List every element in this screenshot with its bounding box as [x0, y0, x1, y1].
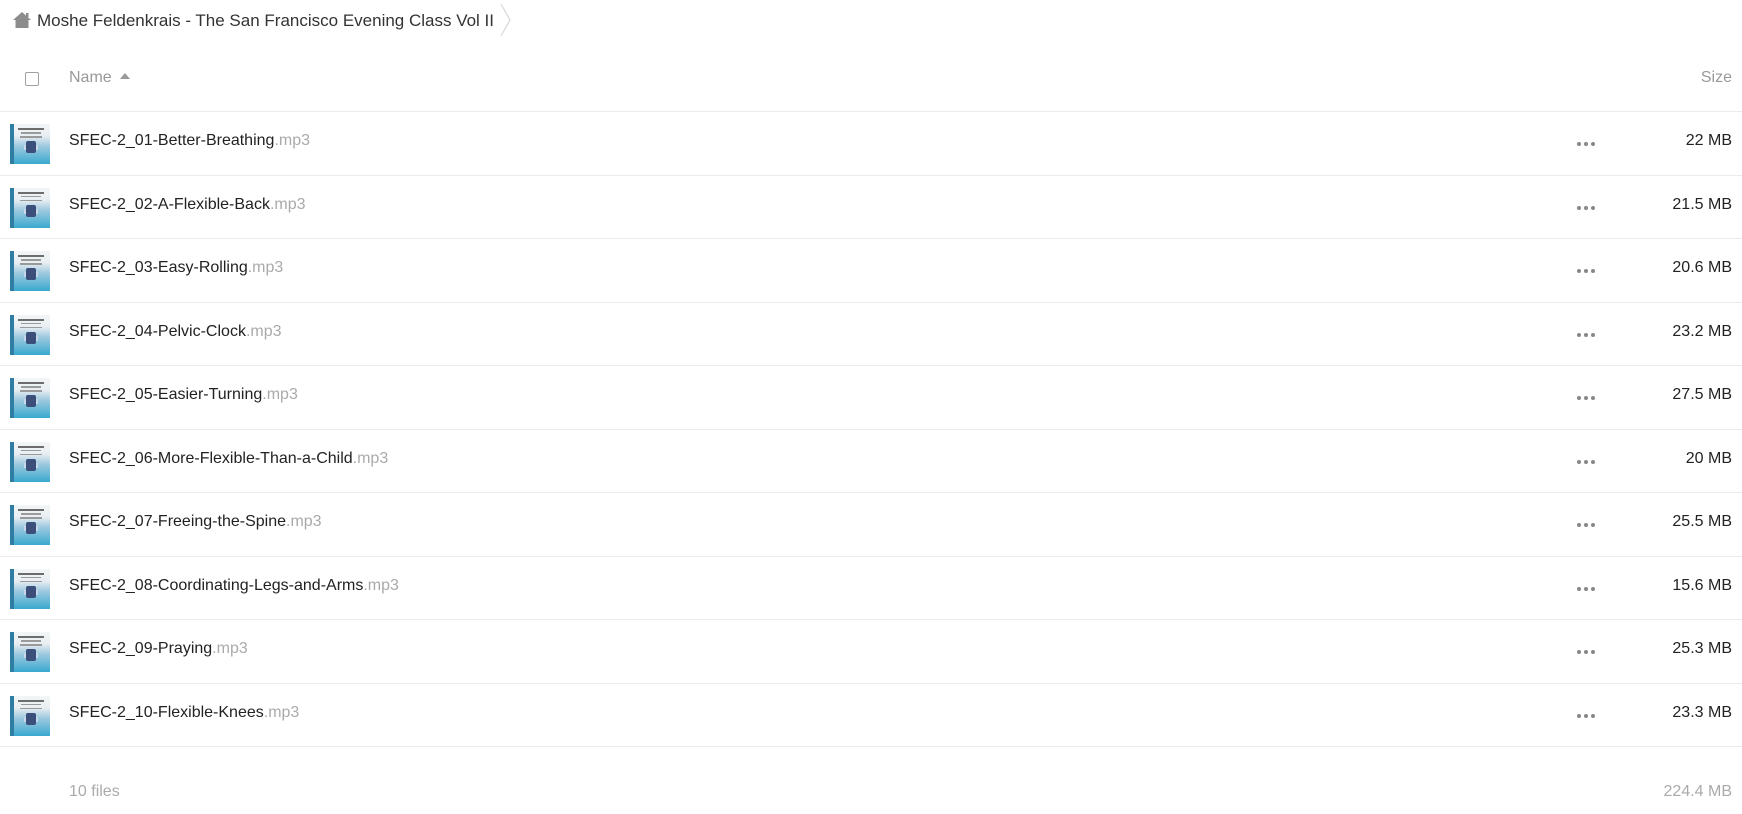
file-name-base: SFEC-2_02-A-Flexible-Back	[69, 195, 270, 213]
file-extension: .mp3	[247, 259, 284, 276]
file-thumbnail	[10, 187, 50, 228]
file-extension: .mp3	[274, 132, 311, 149]
file-name[interactable]: SFEC-2_05-Easier-Turning.mp3	[69, 386, 298, 404]
file-size: 23.3 MB	[1672, 703, 1732, 721]
file-row[interactable]: SFEC-2_06-More-Flexible-Than-a-Child.mp3…	[0, 430, 1742, 493]
select-all-checkbox[interactable]	[25, 72, 39, 86]
file-row[interactable]: SFEC-2_04-Pelvic-Clock.mp3 23.2 MB	[0, 303, 1742, 366]
breadcrumb-current-folder[interactable]: Moshe Feldenkrais - The San Francisco Ev…	[37, 11, 494, 31]
file-name-base: SFEC-2_10-Flexible-Knees	[69, 703, 264, 721]
file-size: 23.2 MB	[1672, 322, 1732, 340]
file-list-header: Name Size	[0, 51, 1742, 112]
file-size: 25.3 MB	[1672, 640, 1732, 657]
more-actions-icon[interactable]	[1568, 323, 1604, 347]
file-name[interactable]: SFEC-2_06-More-Flexible-Than-a-Child.mp3	[69, 450, 388, 468]
more-actions-icon[interactable]	[1568, 132, 1604, 156]
file-thumbnail	[10, 695, 50, 736]
file-extension: .mp3	[363, 576, 399, 594]
more-actions-icon[interactable]	[1568, 704, 1604, 728]
file-size: 21.5 MB	[1672, 195, 1732, 213]
file-name-base: SFEC-2_01-Better-Breathing	[69, 132, 275, 149]
total-size: 224.4 MB	[1663, 783, 1732, 800]
name-column-header[interactable]: Name	[69, 69, 130, 87]
file-list: SFEC-2_01-Better-Breathing.mp3 22 MB SFEC-…	[0, 112, 1742, 747]
more-actions-icon[interactable]	[1568, 386, 1604, 410]
sort-ascending-icon	[119, 73, 130, 79]
file-name-base: SFEC-2_09-Praying	[69, 640, 213, 657]
name-column-label: Name	[69, 69, 112, 86]
file-row[interactable]: SFEC-2_03-Easy-Rolling.mp3 20.6 MB	[0, 239, 1742, 303]
file-size: 20.6 MB	[1672, 259, 1732, 276]
file-row[interactable]: SFEC-2_10-Flexible-Knees.mp3 23.3 MB	[0, 684, 1742, 747]
more-actions-icon[interactable]	[1568, 513, 1604, 537]
file-name-base: SFEC-2_03-Easy-Rolling	[69, 259, 248, 276]
file-name-base: SFEC-2_06-More-Flexible-Than-a-Child	[69, 449, 353, 467]
file-extension: .mp3	[245, 322, 282, 340]
file-name-base: SFEC-2_05-Easier-Turning	[69, 386, 263, 403]
size-column-header[interactable]: Size	[1701, 69, 1732, 87]
file-size: 20 MB	[1685, 449, 1732, 467]
file-size: 27.5 MB	[1672, 386, 1732, 403]
more-actions-icon[interactable]	[1568, 259, 1604, 283]
file-extension: .mp3	[262, 386, 298, 403]
file-thumbnail	[10, 251, 50, 291]
file-extension: .mp3	[269, 195, 306, 213]
file-thumbnail	[10, 314, 50, 355]
breadcrumb-separator-icon	[500, 3, 511, 37]
file-name-base: SFEC-2_07-Freeing-the-Spine	[69, 513, 286, 530]
file-size: 15.6 MB	[1672, 576, 1732, 594]
file-extension: .mp3	[212, 640, 248, 657]
more-actions-icon[interactable]	[1568, 196, 1604, 220]
file-name[interactable]: SFEC-2_02-A-Flexible-Back.mp3	[69, 196, 306, 214]
file-name[interactable]: SFEC-2_04-Pelvic-Clock.mp3	[69, 323, 282, 341]
file-thumbnail	[10, 505, 50, 545]
file-extension: .mp3	[286, 513, 322, 530]
more-actions-icon[interactable]	[1568, 450, 1604, 474]
file-name[interactable]: SFEC-2_10-Flexible-Knees.mp3	[69, 704, 299, 722]
file-row[interactable]: SFEC-2_07-Freeing-the-Spine.mp3 25.5 MB	[0, 493, 1742, 557]
file-thumbnail	[10, 124, 50, 164]
file-name[interactable]: SFEC-2_03-Easy-Rolling.mp3	[69, 259, 283, 277]
file-size: 22 MB	[1685, 132, 1732, 149]
file-row[interactable]: SFEC-2_09-Praying.mp3 25.3 MB	[0, 620, 1742, 684]
file-thumbnail	[10, 378, 50, 418]
more-actions-icon[interactable]	[1568, 577, 1604, 601]
file-thumbnail	[10, 568, 50, 609]
file-row[interactable]: SFEC-2_02-A-Flexible-Back.mp3 21.5 MB	[0, 176, 1742, 239]
breadcrumb: Moshe Feldenkrais - The San Francisco Ev…	[0, 0, 1742, 40]
home-icon[interactable]	[12, 11, 32, 29]
file-row[interactable]: SFEC-2_05-Easier-Turning.mp3 27.5 MB	[0, 366, 1742, 430]
file-extension: .mp3	[263, 703, 300, 721]
file-name[interactable]: SFEC-2_09-Praying.mp3	[69, 640, 248, 658]
file-row[interactable]: SFEC-2_01-Better-Breathing.mp3 22 MB	[0, 112, 1742, 176]
more-actions-icon[interactable]	[1568, 640, 1604, 664]
file-row[interactable]: SFEC-2_08-Coordinating-Legs-and-Arms.mp3…	[0, 557, 1742, 620]
file-extension: .mp3	[352, 449, 389, 467]
file-thumbnail	[10, 441, 50, 482]
file-size: 25.5 MB	[1672, 513, 1732, 530]
file-name[interactable]: SFEC-2_07-Freeing-the-Spine.mp3	[69, 513, 322, 531]
file-name[interactable]: SFEC-2_01-Better-Breathing.mp3	[69, 132, 310, 150]
file-name[interactable]: SFEC-2_08-Coordinating-Legs-and-Arms.mp3	[69, 577, 399, 595]
file-name-base: SFEC-2_04-Pelvic-Clock	[69, 322, 246, 340]
file-thumbnail	[10, 632, 50, 672]
file-count: 10 files	[69, 783, 120, 800]
file-name-base: SFEC-2_08-Coordinating-Legs-and-Arms	[69, 576, 364, 594]
